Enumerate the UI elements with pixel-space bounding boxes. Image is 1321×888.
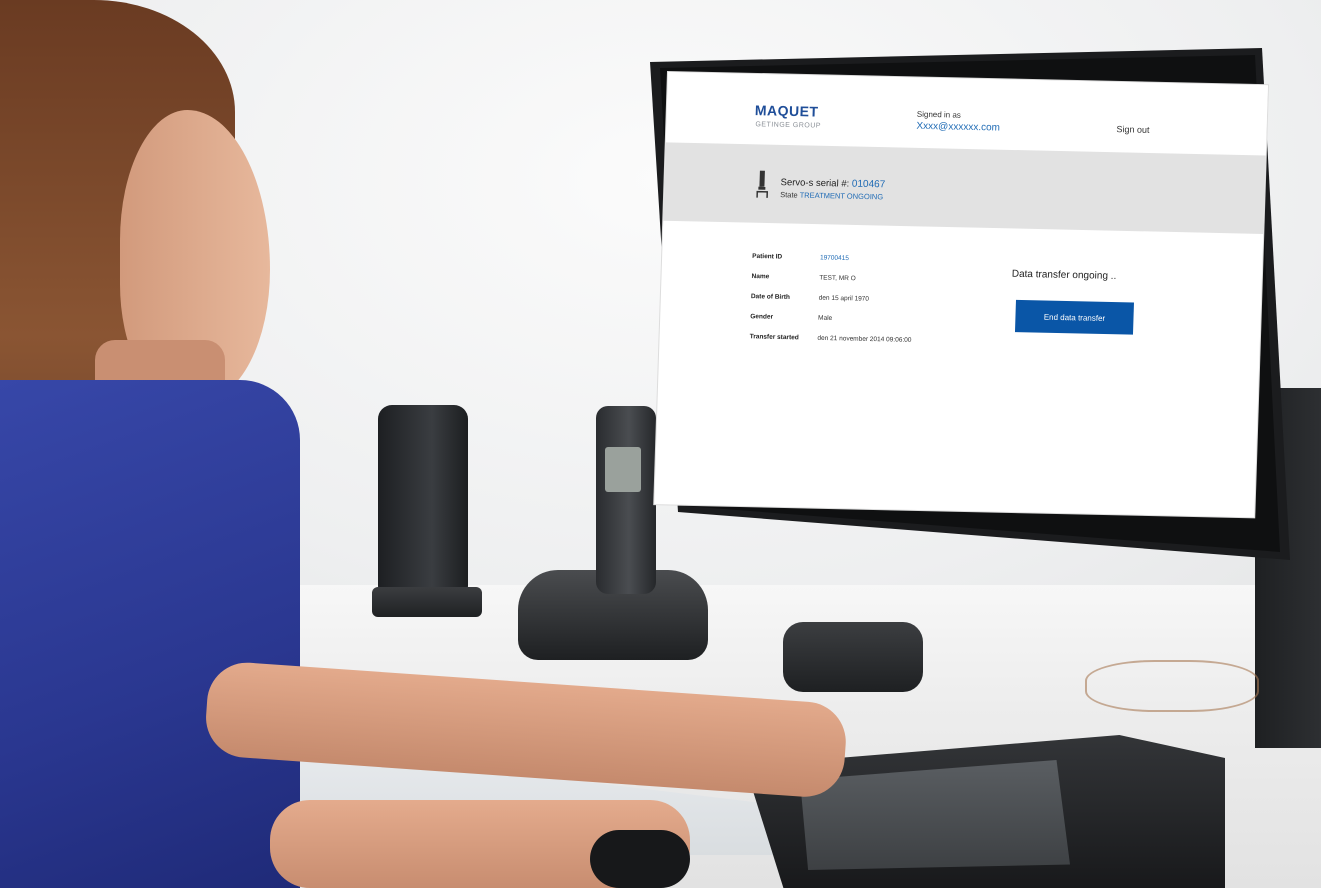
gender-label: Gender (750, 313, 774, 321)
device-status-bar: Servo-s serial #: 010467 State TREATMENT… (663, 142, 1266, 234)
phone-display (605, 447, 641, 492)
state-label: State (780, 190, 798, 200)
state-line: State TREATMENT ONGOING (780, 190, 883, 201)
blue-scrubs (0, 380, 300, 888)
dob-value: den 15 april 1970 (818, 294, 870, 303)
patient-id-value[interactable]: 19700415 (820, 254, 849, 262)
left-speaker-base (372, 587, 482, 617)
name-value: TEST, MR O (819, 274, 856, 283)
signed-in-user: Xxxx@xxxxxx.com (916, 120, 1001, 134)
name-label: Name (751, 272, 770, 281)
cordless-phone-handset (596, 406, 656, 594)
serial-label: Servo-s serial #: (780, 177, 850, 190)
app-header: MAQUET GETINGE GROUP Signed in as Xxxx@x… (665, 72, 1268, 156)
state-value: TREATMENT ONGOING (799, 190, 884, 202)
sign-out-link[interactable]: Sign out (1116, 124, 1149, 135)
eyeglasses (1085, 660, 1259, 712)
right-speaker (1255, 388, 1321, 748)
left-speaker (378, 405, 468, 600)
serial-value: 010467 (851, 178, 886, 191)
gender-row: Gender Male (750, 313, 832, 322)
patient-id-label: Patient ID (752, 252, 783, 261)
patient-id-row: Patient ID 19700415 (752, 253, 849, 262)
end-data-transfer-button[interactable]: End data transfer (1014, 299, 1134, 335)
transfer-status-text: Data transfer ongoing .. (1011, 268, 1117, 282)
transfer-started-label: Transfer started (749, 333, 799, 342)
logo-subtitle: GETINGE GROUP (755, 121, 822, 130)
gender-value: Male (817, 314, 833, 323)
maquet-logo[interactable]: MAQUET (755, 102, 819, 119)
transfer-started-row: Transfer started den 21 november 2014 09… (750, 333, 912, 344)
signed-in-label: Signed in as (916, 109, 962, 120)
dob-label: Date of Birth (750, 293, 791, 301)
transfer-started-value: den 21 november 2014 09:06:00 (817, 334, 912, 344)
ventilator-icon (756, 170, 769, 198)
monitor-screen: MAQUET GETINGE GROUP Signed in as Xxxx@x… (654, 72, 1268, 518)
dob-row: Date of Birth den 15 april 1970 (751, 293, 869, 303)
computer-mouse (590, 830, 690, 888)
name-row: Name TEST, MR O (751, 273, 855, 282)
device-holder (783, 622, 923, 692)
serial-line: Servo-s serial #: 010467 (780, 177, 885, 190)
